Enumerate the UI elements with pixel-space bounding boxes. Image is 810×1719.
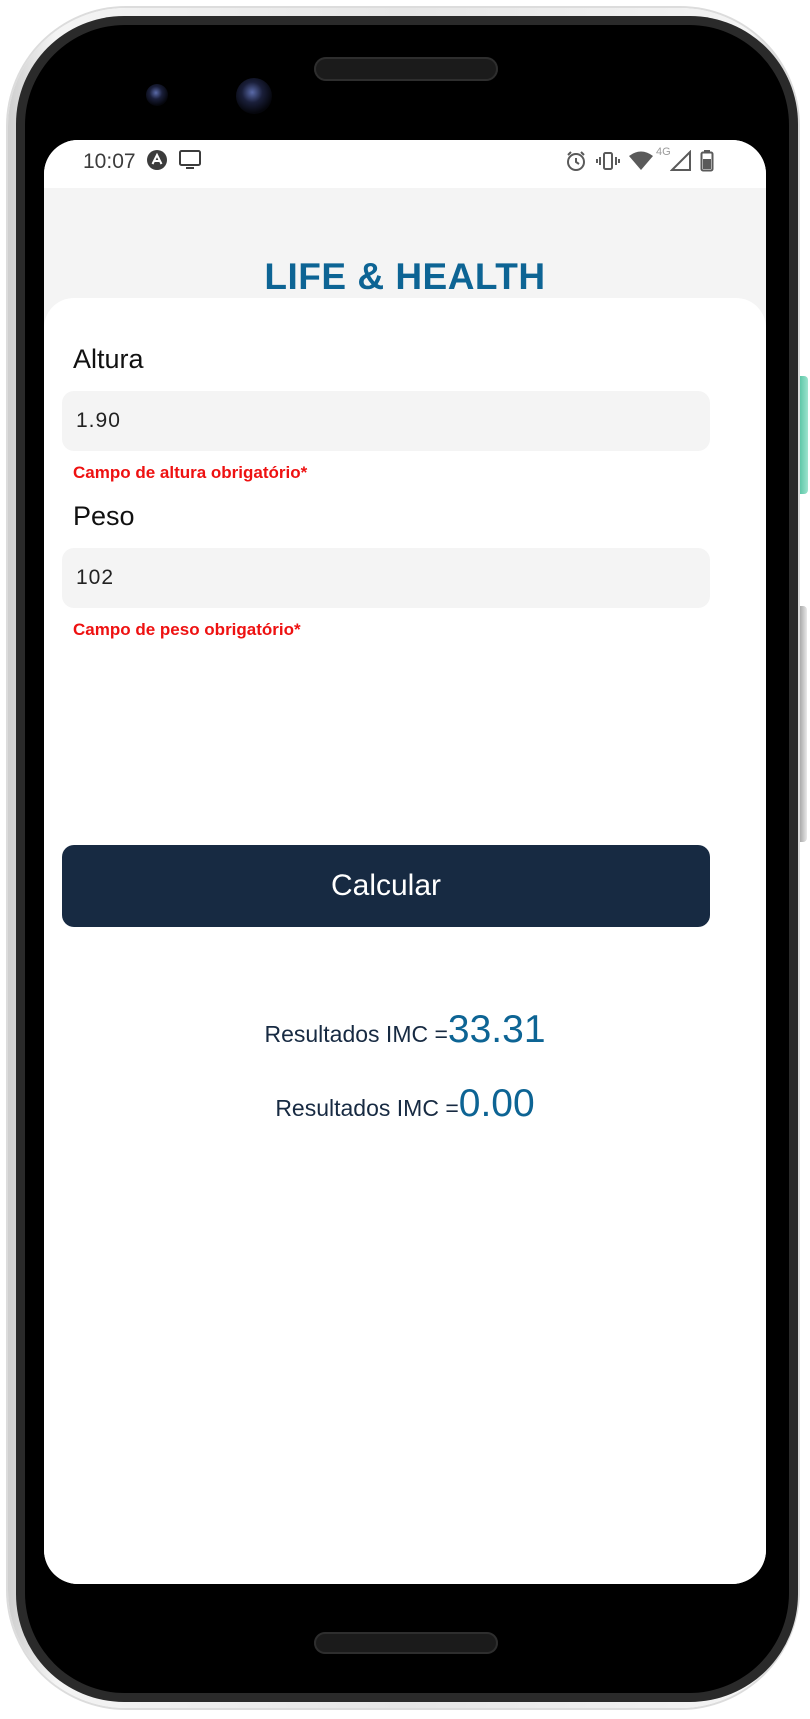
alarm-icon <box>565 150 587 177</box>
weight-label: Peso <box>73 501 135 531</box>
result-value: 33.31 <box>447 1008 546 1051</box>
result-label: Resultados IMC = <box>264 1021 448 1047</box>
height-input[interactable] <box>62 391 710 451</box>
height-label: Altura <box>73 344 144 374</box>
result-value: 0.00 <box>458 1082 535 1125</box>
power-button <box>800 376 808 494</box>
result-line: Resultados IMC =33.31 <box>44 1008 766 1052</box>
bottom-speaker <box>314 1632 498 1654</box>
app-notification-icon <box>146 149 168 176</box>
result-label: Resultados IMC = <box>275 1095 459 1121</box>
status-bar: 10:07 4G <box>44 140 766 188</box>
volume-button <box>800 606 807 842</box>
network-type-label: 4G <box>656 146 671 158</box>
front-sensor <box>146 84 168 106</box>
vibrate-icon <box>596 150 620 177</box>
front-camera <box>236 78 272 114</box>
earpiece-speaker <box>314 57 498 81</box>
height-error-message: Campo de altura obrigatório* <box>73 463 308 482</box>
form-card: Altura Campo de altura obrigatório* Peso… <box>44 298 766 1584</box>
battery-icon <box>700 150 714 177</box>
weight-input[interactable] <box>62 548 710 608</box>
cast-screen-icon <box>178 149 202 176</box>
status-time: 10:07 <box>83 150 136 173</box>
app-title: LIFE & HEALTH <box>264 256 546 297</box>
screen: 10:07 4G LIFE & HEALTH Altura 1.90 Campo… <box>44 140 766 1584</box>
wifi-icon <box>628 150 654 177</box>
weight-error-message: Campo de peso obrigatório* <box>73 620 301 639</box>
4g-signal-icon <box>669 149 692 177</box>
calculate-button[interactable]: Calcular <box>62 845 710 927</box>
result-line: Resultados IMC =0.00 <box>44 1082 766 1126</box>
